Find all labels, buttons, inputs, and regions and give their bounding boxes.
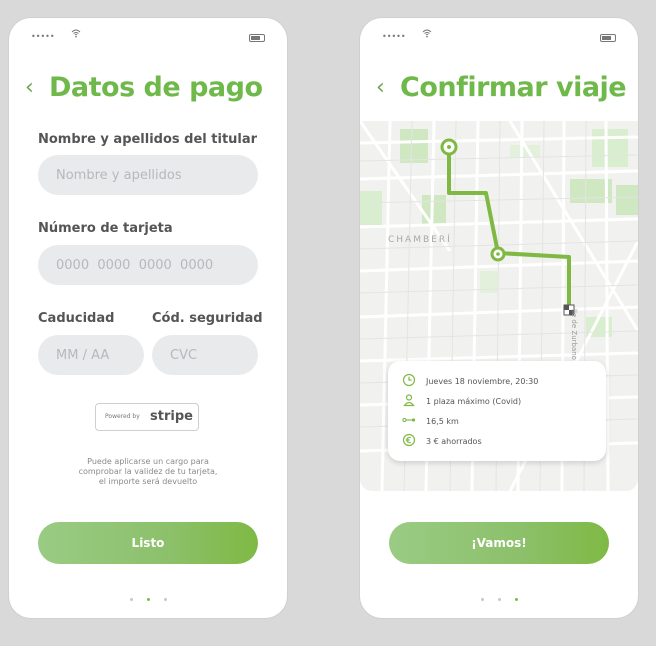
park-area [592,129,628,167]
wifi-icon [422,29,432,41]
screen-header: ‹ Datos de pago [25,72,277,108]
status-bar: ••••• [382,29,616,44]
confirm-trip-screen: ••••• ‹ Confirmar viaje CHAMBERÍ lle de … [360,18,638,618]
back-chevron-icon[interactable]: ‹ [25,76,34,100]
charge-notice-line: Puede aplicarse un cargo para [87,457,209,466]
page-dot [497,598,501,601]
page-indicator [360,586,638,601]
card-number-input[interactable] [38,245,258,285]
screen-header: ‹ Confirmar viaje [376,72,628,108]
route-stop-icon [490,246,506,262]
back-chevron-icon[interactable]: ‹ [376,76,385,100]
stripe-logo: stripe [150,409,193,424]
person-icon [403,394,415,407]
payment-screen: ••••• ‹ Datos de pago Nombre y apellidos… [9,18,287,618]
battery-icon [600,34,616,42]
page-title: Datos de pago [49,72,263,103]
charge-notice-line: comprobar la validez de tu tarjeta, [78,467,218,476]
trip-seats: 1 plaza máximo (Covid) [426,397,522,406]
trip-info-card: Jueves 18 noviembre, 20:30 1 plaza máxim… [388,361,606,461]
page-dot [163,598,167,601]
map-label-street: lle de Zurbano [570,309,578,360]
stripe-powered-by: Powered by [105,413,140,420]
page-dot-active [146,598,150,601]
stripe-badge[interactable]: Powered by stripe [95,403,199,431]
park-area [616,185,638,215]
charge-notice: Puede aplicarse un cargo para comprobar … [49,457,247,487]
park-area [422,195,446,225]
page-dot-active [514,598,518,601]
wifi-icon [71,29,81,41]
page-dot [129,598,133,601]
euro-icon [402,433,416,447]
trip-distance: 16,5 km [426,417,459,426]
park-area [360,191,382,225]
card-number-label: Número de tarjeta [38,221,173,236]
page-indicator [9,586,287,601]
cvc-input[interactable] [152,335,258,375]
signal-indicator: ••••• [382,32,406,41]
battery-icon [249,34,265,42]
done-button[interactable]: Listo [38,522,258,564]
holder-name-input[interactable] [38,155,258,195]
route-map[interactable]: CHAMBERÍ lle de Zurbano Jueves 18 noviem… [360,121,638,491]
page-title: Confirmar viaje [400,72,627,103]
expiry-input[interactable] [38,335,144,375]
cvc-label: Cód. seguridad [152,311,263,326]
go-button[interactable]: ¡Vamos! [389,522,609,564]
trip-savings: 3 € ahorrados [426,437,482,446]
trip-datetime: Jueves 18 noviembre, 20:30 [426,377,539,386]
page-dot [480,598,484,601]
clock-icon [402,373,416,387]
map-label-district: CHAMBERÍ [388,235,452,245]
status-bar: ••••• [31,29,265,44]
expiry-label: Caducidad [38,311,115,326]
route-start-icon [440,138,458,156]
holder-name-label: Nombre y apellidos del titular [38,132,258,147]
park-area [400,129,428,163]
signal-indicator: ••••• [31,32,55,41]
charge-notice-line: el importe será devuelto [98,477,198,486]
distance-icon [402,417,416,423]
